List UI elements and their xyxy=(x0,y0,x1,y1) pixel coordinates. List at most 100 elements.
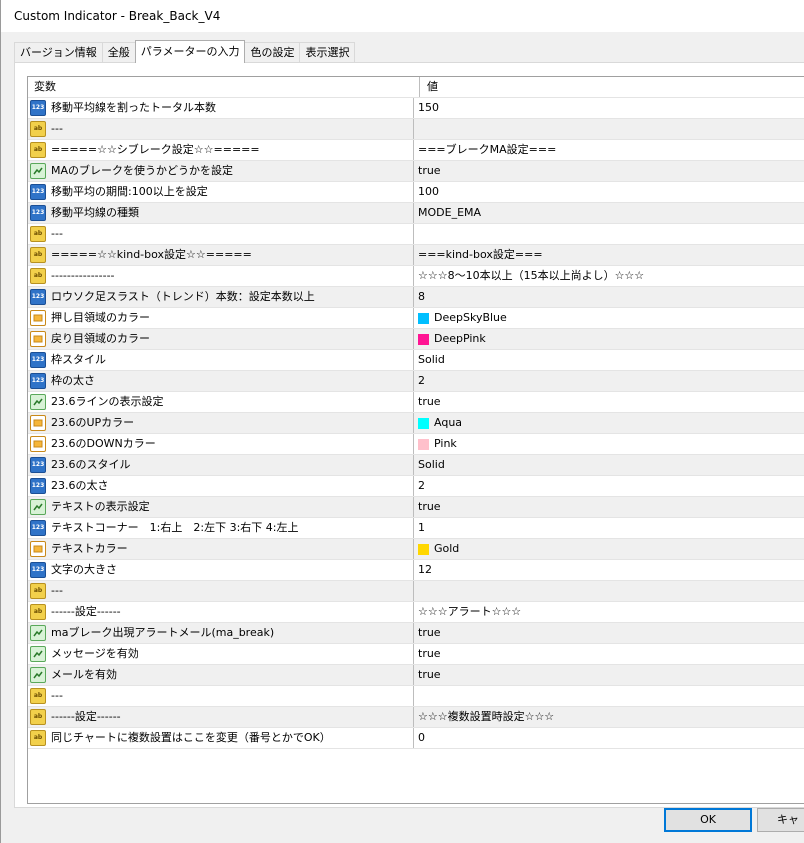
value-cell[interactable]: Pink xyxy=(414,434,804,454)
table-row[interactable]: 123 枠スタイル Solid xyxy=(28,350,804,371)
variable-cell: 123 移動平均線を割ったトータル本数 xyxy=(28,98,414,118)
table-row[interactable]: 123 ロウソク足スラスト（トレンド）本数：設定本数以上 8 xyxy=(28,287,804,308)
color-swatch xyxy=(418,438,429,450)
value-cell[interactable]: 8 xyxy=(414,287,804,307)
table-row[interactable]: 押し目領域のカラー DeepSkyBlue xyxy=(28,308,804,329)
table-row[interactable]: テキストカラー Gold xyxy=(28,539,804,560)
table-row[interactable]: maブレーク出現アラートメール(ma_break) true xyxy=(28,623,804,644)
value-cell[interactable]: 2 xyxy=(414,476,804,496)
table-row[interactable]: メールを有効 true xyxy=(28,665,804,686)
value-cell[interactable]: DeepPink xyxy=(414,329,804,349)
value-text: 150 xyxy=(418,101,439,114)
ok-button[interactable]: OK xyxy=(664,808,752,832)
tab-3[interactable]: 色の設定 xyxy=(244,42,301,63)
boolean-icon xyxy=(30,163,46,179)
table-row[interactable]: 戻り目領域のカラー DeepPink xyxy=(28,329,804,350)
table-row[interactable]: MAのブレークを使うかどうかを設定 true xyxy=(28,161,804,182)
value-cell[interactable]: ☆☆☆アラート☆☆☆ xyxy=(414,602,804,622)
color-swatch xyxy=(418,333,429,345)
value-cell[interactable]: Aqua xyxy=(414,413,804,433)
value-cell[interactable]: 100 xyxy=(414,182,804,202)
value-cell[interactable] xyxy=(414,224,804,244)
value-cell[interactable]: 150 xyxy=(414,98,804,118)
value-cell[interactable]: DeepSkyBlue xyxy=(414,308,804,328)
value-cell[interactable]: MODE_EMA xyxy=(414,203,804,223)
variable-cell: テキストの表示設定 xyxy=(28,497,414,517)
table-row[interactable]: ab --- xyxy=(28,224,804,245)
value-cell[interactable]: true xyxy=(414,161,804,181)
tab-2[interactable]: パラメーターの入力 xyxy=(134,40,246,63)
table-row[interactable]: テキストの表示設定 true xyxy=(28,497,804,518)
header-value[interactable]: 値 xyxy=(420,77,804,97)
integer-icon: 123 xyxy=(30,100,46,116)
variable-name: 移動平均の期間:100以上を設定 xyxy=(51,185,208,198)
integer-icon: 123 xyxy=(30,478,46,494)
table-row[interactable]: メッセージを有効 true xyxy=(28,644,804,665)
value-cell[interactable]: ===ブレークMA設定=== xyxy=(414,140,804,160)
table-row[interactable]: 123 テキストコーナー 1:右上 2:左下 3:右下 4:左上 1 xyxy=(28,518,804,539)
value-cell[interactable]: 2 xyxy=(414,371,804,391)
table-row[interactable]: 123 23.6の太さ 2 xyxy=(28,476,804,497)
variable-cell: 23.6のDOWNカラー xyxy=(28,434,414,454)
value-cell[interactable]: ☆☆☆8〜10本以上（15本以上尚よし）☆☆☆ xyxy=(414,266,804,286)
variable-name: 23.6の太さ xyxy=(51,479,109,492)
table-row[interactable]: ab --- xyxy=(28,686,804,707)
boolean-icon xyxy=(30,394,46,410)
integer-icon: 123 xyxy=(30,205,46,221)
table-row[interactable]: 123 23.6のスタイル Solid xyxy=(28,455,804,476)
value-cell[interactable]: true xyxy=(414,665,804,685)
table-row[interactable]: 23.6のUPカラー Aqua xyxy=(28,413,804,434)
value-cell[interactable]: 12 xyxy=(414,560,804,580)
value-cell[interactable]: true xyxy=(414,497,804,517)
integer-icon: 123 xyxy=(30,184,46,200)
value-cell[interactable]: 1 xyxy=(414,518,804,538)
table-row[interactable]: 123 枠の太さ 2 xyxy=(28,371,804,392)
variable-cell: 123 テキストコーナー 1:右上 2:左下 3:右下 4:左上 xyxy=(28,518,414,538)
value-text: 0 xyxy=(418,731,425,744)
tab-4[interactable]: 表示選択 xyxy=(299,42,356,63)
table-row[interactable]: ab =====☆☆シブレーク設定☆☆===== ===ブレークMA設定=== xyxy=(28,140,804,161)
header-variable[interactable]: 変数 xyxy=(28,77,420,97)
table-row[interactable]: 123 移動平均線の種類 MODE_EMA xyxy=(28,203,804,224)
table-row[interactable]: 123 移動平均の期間:100以上を設定 100 xyxy=(28,182,804,203)
value-cell[interactable]: ☆☆☆複数設置時設定☆☆☆ xyxy=(414,707,804,727)
table-row[interactable]: 23.6のDOWNカラー Pink xyxy=(28,434,804,455)
value-cell[interactable]: Solid xyxy=(414,455,804,475)
color-swatch xyxy=(418,543,429,555)
variable-name: メッセージを有効 xyxy=(51,647,139,660)
variable-cell: ab 同じチャートに複数設置はここを変更（番号とかでOK） xyxy=(28,728,414,748)
table-row[interactable]: ab --- xyxy=(28,581,804,602)
table-row[interactable]: 23.6ラインの表示設定 true xyxy=(28,392,804,413)
value-cell[interactable] xyxy=(414,581,804,601)
value-cell[interactable] xyxy=(414,686,804,706)
value-cell[interactable]: Gold xyxy=(414,539,804,559)
tab-0[interactable]: バージョン情報 xyxy=(14,42,103,63)
value-cell[interactable]: true xyxy=(414,623,804,643)
variable-cell: 123 ロウソク足スラスト（トレンド）本数：設定本数以上 xyxy=(28,287,414,307)
variable-cell: ab ------設定------ xyxy=(28,602,414,622)
table-row[interactable]: 123 文字の大きさ 12 xyxy=(28,560,804,581)
variable-cell: 123 文字の大きさ xyxy=(28,560,414,580)
value-cell[interactable]: true xyxy=(414,392,804,412)
value-text: ===kind-box設定=== xyxy=(418,248,543,261)
value-cell[interactable]: ===kind-box設定=== xyxy=(414,245,804,265)
table-row[interactable]: ab --- xyxy=(28,119,804,140)
value-text: true xyxy=(418,164,441,177)
value-cell[interactable]: Solid xyxy=(414,350,804,370)
table-row[interactable]: ab =====☆☆kind-box設定☆☆===== ===kind-box設定=… xyxy=(28,245,804,266)
color-icon xyxy=(30,541,46,557)
table-row[interactable]: 123 移動平均線を割ったトータル本数 150 xyxy=(28,98,804,119)
value-text: Solid xyxy=(418,353,445,366)
tab-1[interactable]: 全般 xyxy=(101,42,136,63)
boolean-icon xyxy=(30,499,46,515)
value-cell[interactable]: true xyxy=(414,644,804,664)
cancel-button[interactable]: キャ xyxy=(757,808,804,832)
table-row[interactable]: ab ------設定------ ☆☆☆アラート☆☆☆ xyxy=(28,602,804,623)
table-row[interactable]: ab ------設定------ ☆☆☆複数設置時設定☆☆☆ xyxy=(28,707,804,728)
parameter-grid: 変数 値 123 移動平均線を割ったトータル本数 150 ab --- ab =====☆☆… xyxy=(27,76,804,804)
value-cell[interactable] xyxy=(414,119,804,139)
table-row[interactable]: ab ---------------- ☆☆☆8〜10本以上（15本以上尚よし）☆☆… xyxy=(28,266,804,287)
table-row[interactable]: ab 同じチャートに複数設置はここを変更（番号とかでOK） 0 xyxy=(28,728,804,749)
value-text: ☆☆☆複数設置時設定☆☆☆ xyxy=(418,710,555,723)
value-cell[interactable]: 0 xyxy=(414,728,804,748)
